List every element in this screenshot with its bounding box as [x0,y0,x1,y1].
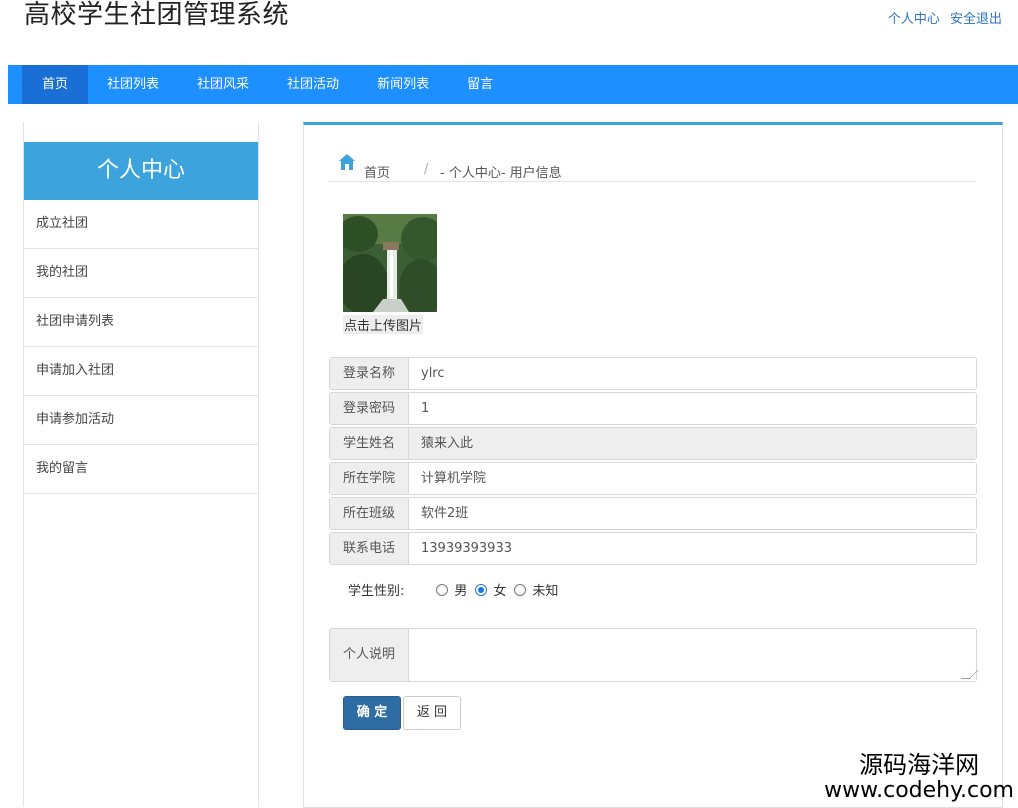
gender-radio-unknown[interactable] [514,583,527,596]
breadcrumb-separator: / [424,162,429,177]
description-textarea[interactable] [409,629,979,681]
password-input[interactable]: 1 [409,393,976,424]
nav-item-messages[interactable]: 留言 [448,65,512,104]
profile-link[interactable]: 个人中心 [888,12,940,27]
nav-item-club-list[interactable]: 社团列表 [88,65,178,104]
nav-item-club-showcase[interactable]: 社团风采 [178,65,268,104]
gender-option-unknown: 未知 [532,584,559,599]
upload-image-button[interactable]: 点击上传图片 [343,315,424,334]
back-button[interactable]: 返 回 [403,696,461,730]
gender-label: 学生性别: [348,584,405,599]
main-navbar: 首页 社团列表 社团风采 社团活动 新闻列表 留言 [8,65,1018,104]
sidebar-item-my-messages[interactable]: 我的留言 [24,445,258,494]
gender-radio-female[interactable] [475,583,488,596]
college-input[interactable]: 计算机学院 [409,463,976,494]
sidebar-item-join-club[interactable]: 申请加入社团 [24,347,258,396]
gender-option-female: 女 [493,584,507,599]
watermark: 源码海洋网 www.codehy.com [824,751,1014,803]
avatar-image[interactable] [343,214,437,312]
phone-input[interactable]: 13939393933 [409,533,976,564]
sidebar-item-club-applications[interactable]: 社团申请列表 [24,298,258,347]
breadcrumb: 首页 / - 个人中心- 用户信息 [328,151,976,182]
confirm-button[interactable]: 确 定 [343,696,401,730]
login-name-label: 登录名称 [330,358,409,389]
sidebar-item-create-club[interactable]: 成立社团 [24,200,258,249]
sidebar-heading: 个人中心 [24,142,258,200]
form-row-description: 个人说明 [329,628,979,682]
waterfall-image [343,214,437,312]
gender-radio-male[interactable] [436,583,449,596]
nav-item-club-activities[interactable]: 社团活动 [268,65,358,104]
description-label: 个人说明 [330,629,409,681]
sidebar: 个人中心 成立社团 我的社团 社团申请列表 申请加入社团 申请参加活动 我的留言 [23,122,259,807]
sidebar-item-my-clubs[interactable]: 我的社团 [24,249,258,298]
top-links: 个人中心 安全退出 [888,8,1002,27]
top-links-spacer [943,12,947,27]
watermark-url: www.codehy.com [824,778,1014,803]
college-label: 所在学院 [330,463,409,494]
login-name-input[interactable]: ylrc [409,358,976,389]
sidebar-item-join-activity[interactable]: 申请参加活动 [24,396,258,445]
gender-option-male: 男 [454,584,468,599]
form-row-college: 所在学院 计算机学院 [329,462,977,495]
breadcrumb-home[interactable]: 首页 [364,162,390,181]
logout-link[interactable]: 安全退出 [950,12,1002,27]
form-row-login-name: 登录名称 ylrc [329,357,977,390]
site-title: 高校学生社团管理系统 [24,0,290,30]
class-label: 所在班级 [330,498,409,529]
nav-item-news-list[interactable]: 新闻列表 [358,65,448,104]
student-name-input: 猿来入此 [409,428,976,459]
form-row-phone: 联系电话 13939393933 [329,532,977,565]
textarea-resize-grip[interactable] [960,670,979,679]
class-input[interactable]: 软件2班 [409,498,976,529]
user-info-panel: 首页 / - 个人中心- 用户信息 点击上传图片 登录名称 ylrc 登录密码 … [303,122,1003,808]
watermark-cn: 源码海洋网 [859,751,980,779]
student-name-label: 学生姓名 [330,428,409,459]
gender-group: 学生性别: 男 女 未知 [348,580,566,599]
form-row-password: 登录密码 1 [329,392,977,425]
form-row-student-name: 学生姓名 猿来入此 [329,427,977,460]
nav-item-home[interactable]: 首页 [22,65,89,104]
breadcrumb-current: - 个人中心- 用户信息 [440,166,562,181]
password-label: 登录密码 [330,393,409,424]
home-icon[interactable] [338,153,356,171]
user-form: 登录名称 ylrc 登录密码 1 学生姓名 猿来入此 所在学院 计算机学院 所在… [329,357,977,567]
phone-label: 联系电话 [330,533,409,564]
form-row-class: 所在班级 软件2班 [329,497,977,530]
